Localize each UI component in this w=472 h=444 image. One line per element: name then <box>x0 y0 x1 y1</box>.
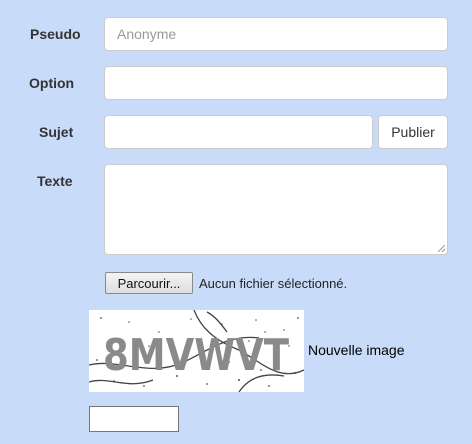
pseudo-label: Pseudo <box>30 26 81 42</box>
texte-area-wrapper <box>104 164 448 255</box>
option-label: Option <box>29 75 75 91</box>
resize-grip-icon[interactable] <box>438 245 445 252</box>
captcha-text: 8MVWVT <box>103 330 289 381</box>
browse-file-button[interactable]: Parcourir... <box>105 272 193 294</box>
captcha-refresh-link[interactable]: Nouvelle image <box>308 342 405 358</box>
sujet-input[interactable] <box>104 115 373 149</box>
texte-textarea[interactable] <box>104 164 448 255</box>
captcha-input[interactable] <box>89 406 179 432</box>
pseudo-input[interactable] <box>104 17 448 51</box>
captcha-image: 8MVWVT <box>89 310 304 392</box>
option-input[interactable] <box>104 66 448 100</box>
publish-button[interactable]: Publier <box>378 115 448 149</box>
file-status: Aucun fichier sélectionné. <box>199 276 348 291</box>
